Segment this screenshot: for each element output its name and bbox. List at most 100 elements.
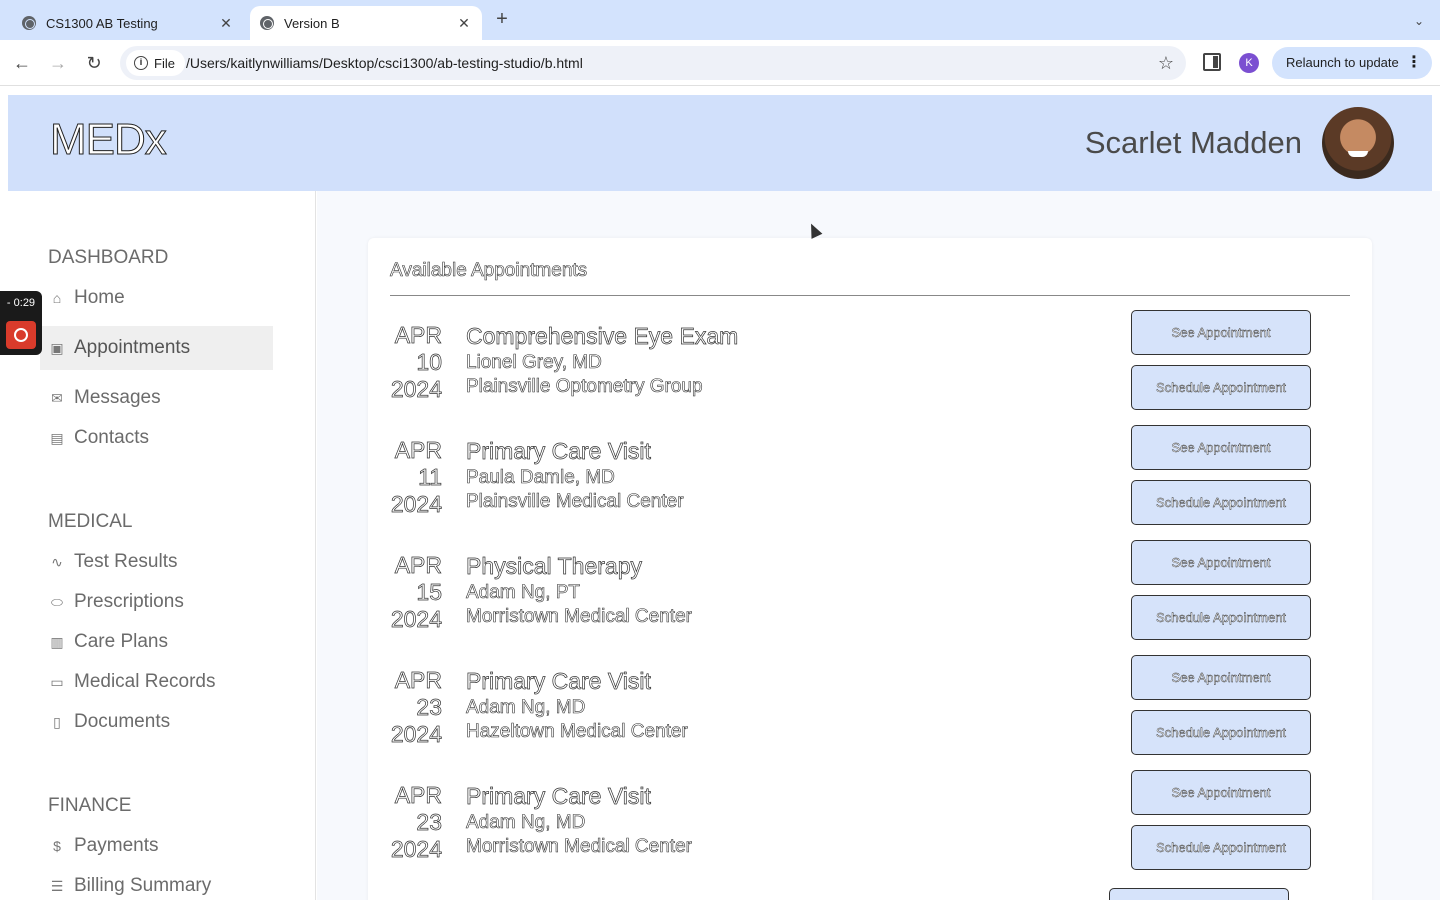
card-title: Available Appointments	[390, 260, 588, 282]
sidebar-item-messages[interactable]: ✉ Messages	[40, 376, 273, 420]
contact-card-icon: ▤	[50, 429, 64, 446]
see-appointment-button[interactable]: See Appointment	[1131, 540, 1311, 585]
date-day: 15	[416, 579, 442, 606]
sidebar-item-payments[interactable]: $ Payments	[40, 824, 273, 868]
date-day: 23	[416, 694, 442, 721]
home-icon: ⌂	[52, 290, 62, 306]
appointment-title: Primary Care Visit	[466, 668, 652, 695]
browser-tab-version-b[interactable]: Version B ✕	[250, 6, 482, 40]
appointment-location: Plainsville Medical Center	[466, 491, 684, 513]
sidebar-item-label: Prescriptions	[74, 591, 184, 612]
close-icon[interactable]: ✕	[218, 15, 234, 32]
see-appointment-button[interactable]: See Appointment	[1131, 310, 1311, 355]
appointment-location: Morristown Medical Center	[466, 606, 693, 628]
appointment-date: APR 10 2024	[390, 322, 442, 403]
date-year: 2024	[390, 606, 442, 633]
file-label: File	[154, 55, 175, 71]
see-appointment-button-partial[interactable]	[1109, 888, 1289, 900]
date-month: APR	[394, 322, 442, 349]
sidebar-item-billing-summary[interactable]: ☰ Billing Summary	[40, 864, 273, 900]
schedule-appointment-button[interactable]: Schedule Appointment	[1131, 365, 1311, 410]
sidebar-item-home[interactable]: ⌂ Home	[40, 276, 273, 320]
appointment-date: APR 23 2024	[390, 667, 442, 748]
sidebar-item-documents[interactable]: ▯ Documents	[40, 700, 273, 744]
date-month: APR	[394, 667, 442, 694]
back-arrow-icon[interactable]: ←	[10, 51, 34, 75]
calendar-icon: ▣	[50, 339, 64, 356]
date-month: APR	[394, 552, 442, 579]
schedule-appointment-button[interactable]: Schedule Appointment	[1131, 710, 1311, 755]
appointment-doctor: Paula Damle, MD	[466, 467, 615, 489]
available-appointments-card: Available Appointments APR 10 2024 Compr…	[368, 238, 1372, 900]
side-panel-icon[interactable]	[1203, 53, 1221, 71]
recording-timer: - 0:29	[6, 297, 36, 309]
section-title-medical: MEDICAL	[48, 511, 133, 532]
tab-title: CS1300 AB Testing	[46, 15, 158, 31]
sidebar-item-label: Home	[74, 287, 125, 308]
profile-avatar[interactable]: K	[1239, 53, 1259, 73]
reload-icon[interactable]: ↻	[82, 51, 106, 75]
date-year: 2024	[390, 836, 442, 863]
browser-toolbar: ← → ↻ i File /Users/kaitlynwilliams/Desk…	[0, 40, 1440, 86]
screen-recorder-widget: - 0:29	[0, 291, 42, 355]
schedule-appointment-button[interactable]: Schedule Appointment	[1131, 480, 1311, 525]
sidebar-item-label: Documents	[74, 711, 171, 732]
appointment-doctor: Adam Ng, PT	[466, 582, 581, 604]
date-day: 23	[416, 809, 442, 836]
sidebar-item-label: Appointments	[74, 337, 191, 358]
sidebar-item-medical-records[interactable]: ▭ Medical Records	[40, 660, 273, 704]
sidebar-item-label: Medical Records	[74, 671, 216, 692]
user-avatar[interactable]	[1322, 107, 1394, 179]
more-vert-icon: ⋮	[1406, 54, 1422, 71]
dollar-icon: $	[53, 838, 61, 854]
mail-icon: ✉	[51, 389, 63, 406]
date-year: 2024	[390, 376, 442, 403]
user-name: Scarlet Madden	[1084, 125, 1302, 160]
sidebar-item-test-results[interactable]: ∿ Test Results	[40, 540, 273, 584]
medx-logo[interactable]: MEDx	[50, 115, 168, 165]
schedule-appointment-button[interactable]: Schedule Appointment	[1131, 595, 1311, 640]
sidebar-item-label: Payments	[74, 835, 159, 856]
url-text[interactable]: /Users/kaitlynwilliams/Desktop/csci1300/…	[186, 46, 583, 80]
appointment-location: Hazeltown Medical Center	[466, 721, 688, 743]
see-appointment-button[interactable]: See Appointment	[1131, 425, 1311, 470]
relaunch-button[interactable]: Relaunch to update ⋮	[1272, 47, 1432, 79]
sidebar-item-care-plans[interactable]: ▥ Care Plans	[40, 620, 273, 664]
sidebar: DASHBOARD ⌂ Home ▣ Appointments ✉ Messag…	[0, 191, 316, 900]
stop-recording-button[interactable]	[6, 321, 36, 349]
sidebar-item-appointments[interactable]: ▣ Appointments	[40, 326, 273, 370]
browser-tab-strip: CS1300 AB Testing ✕ Version B ✕ + ⌄	[0, 0, 1440, 40]
folder-icon: ▭	[50, 673, 64, 690]
address-bar[interactable]: i File /Users/kaitlynwilliams/Desktop/cs…	[120, 46, 1186, 80]
see-appointment-button[interactable]: See Appointment	[1131, 770, 1311, 815]
appointment-row: APR 15 2024 Physical Therapy Adam Ng, PT…	[390, 540, 1350, 667]
close-icon[interactable]: ✕	[456, 15, 472, 32]
date-month: APR	[394, 437, 442, 464]
forward-arrow-icon[interactable]: →	[46, 51, 70, 75]
bookmark-star-icon[interactable]: ☆	[1158, 46, 1174, 80]
appointment-title: Primary Care Visit	[466, 438, 652, 465]
sidebar-item-label: Contacts	[74, 427, 149, 448]
divider	[390, 295, 1350, 296]
info-icon: i	[134, 56, 148, 70]
site-info-chip[interactable]: i File	[126, 50, 185, 76]
see-appointment-button[interactable]: See Appointment	[1131, 655, 1311, 700]
tab-search-chevron-icon[interactable]: ⌄	[1408, 10, 1430, 32]
sidebar-item-contacts[interactable]: ▤ Contacts	[40, 416, 273, 460]
new-tab-button[interactable]: +	[492, 9, 512, 29]
pulse-icon: ∿	[51, 553, 63, 570]
sidebar-item-prescriptions[interactable]: ⬭ Prescriptions	[40, 580, 273, 624]
globe-icon	[22, 16, 36, 30]
appointment-doctor: Adam Ng, MD	[466, 812, 586, 834]
appointment-row: APR 10 2024 Comprehensive Eye Exam Lione…	[390, 310, 1350, 437]
sidebar-item-label: Messages	[74, 387, 161, 408]
schedule-appointment-button[interactable]: Schedule Appointment	[1131, 825, 1311, 870]
date-day: 11	[418, 464, 443, 491]
sidebar-item-label: Care Plans	[74, 631, 168, 652]
appointment-row: APR 23 2024 Primary Care Visit Adam Ng, …	[390, 655, 1350, 782]
pill-icon: ⬭	[51, 593, 63, 610]
browser-tab-ab-testing[interactable]: CS1300 AB Testing ✕	[12, 6, 244, 40]
appointment-location: Morristown Medical Center	[466, 836, 693, 858]
tab-title: Version B	[284, 15, 340, 31]
sidebar-item-label: Billing Summary	[74, 875, 212, 896]
